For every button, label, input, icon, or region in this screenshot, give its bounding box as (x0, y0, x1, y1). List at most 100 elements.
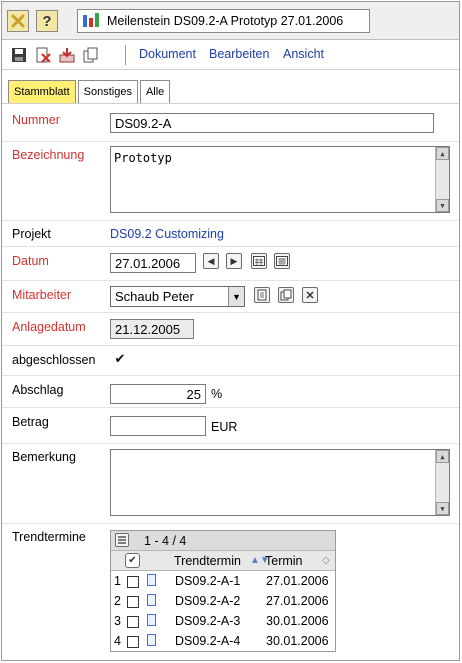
toolbar-separator (125, 45, 126, 65)
row-abgeschlossen: abgeschlossen ✔ (2, 346, 459, 376)
row-bemerkung: Bemerkung ▲ ▼ (2, 444, 459, 524)
bezeichnung-text: Prototyp (114, 151, 172, 165)
row-trendtermin: DS09.2-A-4 (175, 634, 241, 648)
document-icon[interactable] (147, 594, 156, 606)
betrag-unit: EUR (211, 420, 238, 434)
row-number: 3 (114, 614, 121, 628)
scroll-down-icon[interactable]: ▼ (436, 502, 449, 515)
select-all-checkbox[interactable]: ✔ (125, 553, 140, 568)
row-termin: 27.01.2006 (266, 574, 329, 588)
abschlag-input[interactable]: 25 (110, 384, 206, 404)
nummer-label: Nummer (12, 113, 60, 127)
row-abschlag: Abschlag 25 % (2, 376, 459, 408)
delete-document-icon (36, 47, 51, 63)
projekt-link[interactable]: DS09.2 Customizing (110, 227, 224, 241)
toolbar: Dokument Bearbeiten Ansicht (2, 40, 459, 70)
document-icon[interactable] (147, 614, 156, 626)
abgeschlossen-checkbox[interactable]: ✔ (114, 352, 126, 366)
row-bezeichnung: Bezeichnung Prototyp ▲ ▼ (2, 142, 459, 221)
chevron-right-icon: ▶ (230, 255, 238, 266)
abgeschlossen-label: abgeschlossen (12, 353, 96, 367)
window: ? Meilenstein DS09.2-A Prototyp 27.01.20… (1, 1, 460, 661)
document-icon[interactable] (147, 634, 156, 646)
anlagedatum-field: 21.12.2005 (110, 319, 194, 339)
row-checkbox[interactable] (127, 596, 139, 608)
row-number: 4 (114, 634, 121, 648)
bezeichnung-label: Bezeichnung (12, 148, 85, 162)
bezeichnung-textarea[interactable]: Prototyp ▲ ▼ (110, 146, 450, 213)
copy-icon (280, 289, 292, 301)
clear-employee-button[interactable] (302, 287, 318, 303)
row-trendtermin: DS09.2-A-1 (175, 574, 241, 588)
chevron-down-icon[interactable]: ▼ (228, 287, 244, 306)
delete-button[interactable] (33, 45, 53, 65)
close-button[interactable] (7, 10, 29, 32)
row-trendtermin: DS09.2-A-2 (175, 594, 241, 608)
datum-label: Datum (12, 254, 49, 268)
tab-alle[interactable]: Alle (139, 80, 171, 103)
row-checkbox[interactable] (127, 616, 139, 628)
row-projekt: Projekt DS09.2 Customizing (2, 221, 459, 247)
sort-icon[interactable]: ◇ (322, 555, 330, 566)
bemerkung-textarea[interactable]: ▲ ▼ (110, 449, 450, 516)
calendar-grid-icon (276, 256, 288, 266)
row-datum: Datum 27.01.2006 ◀ ▶ (2, 247, 459, 281)
copy-employee-button[interactable] (278, 287, 294, 303)
column-termin[interactable]: Termin (265, 554, 303, 568)
help-button[interactable]: ? (36, 10, 58, 32)
datum-input[interactable]: 27.01.2006 (110, 253, 196, 273)
row-anlagedatum: Anlagedatum 21.12.2005 (2, 313, 459, 346)
table-row[interactable]: 1 DS09.2-A-1 27.01.2006 (111, 571, 335, 591)
save-button[interactable] (9, 45, 29, 65)
menu-dokument[interactable]: Dokument (139, 47, 196, 61)
scroll-up-icon[interactable]: ▲ (436, 450, 449, 463)
scroll-down-icon[interactable]: ▼ (436, 199, 449, 212)
next-date-button[interactable]: ▶ (226, 253, 242, 269)
calendar-range-button[interactable] (274, 253, 290, 269)
row-nummer: Nummer DS09.2-A (2, 104, 459, 142)
menu-ansicht[interactable]: Ansicht (283, 47, 324, 61)
document-icon (257, 289, 267, 301)
betrag-label: Betrag (12, 415, 49, 429)
milestone-icon (83, 13, 99, 27)
close-icon (11, 14, 25, 28)
bemerkung-scrollbar[interactable]: ▲ ▼ (435, 450, 449, 515)
calendar-icon (253, 256, 265, 266)
table-row[interactable]: 4 DS09.2-A-4 30.01.2006 (111, 631, 335, 651)
column-trendtermin[interactable]: Trendtermin (174, 554, 241, 568)
mitarbeiter-select[interactable]: Schaub Peter ▼ (110, 286, 245, 307)
import-button[interactable] (57, 45, 77, 65)
abschlag-label: Abschlag (12, 383, 64, 397)
calendar-button[interactable] (251, 253, 267, 269)
row-checkbox[interactable] (127, 636, 139, 648)
row-termin: 30.01.2006 (266, 614, 329, 628)
save-icon (12, 48, 26, 62)
trend-table: 1 - 4 / 4 ✔ Trendtermin ▲▼ Termin ◇ 1 DS… (110, 530, 336, 652)
import-icon (59, 48, 75, 63)
row-mitarbeiter: Mitarbeiter Schaub Peter ▼ (2, 281, 459, 313)
nummer-input[interactable]: DS09.2-A (110, 113, 434, 133)
scroll-up-icon[interactable]: ▲ (436, 147, 449, 160)
document-icon[interactable] (147, 574, 156, 586)
row-termin: 30.01.2006 (266, 634, 329, 648)
row-trendtermin: DS09.2-A-3 (175, 614, 241, 628)
previous-date-button[interactable]: ◀ (203, 253, 219, 269)
row-betrag: Betrag EUR (2, 408, 459, 444)
table-row[interactable]: 2 DS09.2-A-2 27.01.2006 (111, 591, 335, 611)
tab-stammblatt[interactable]: Stammblatt (8, 80, 76, 103)
window-title: Meilenstein DS09.2-A Prototyp 27.01.2006 (107, 14, 344, 28)
open-employee-button[interactable] (254, 287, 270, 303)
checkmark-icon: ✔ (128, 555, 137, 566)
title-bar: ? Meilenstein DS09.2-A Prototyp 27.01.20… (2, 2, 459, 40)
mitarbeiter-selected-value: Schaub Peter (115, 289, 194, 304)
abschlag-unit: % (211, 387, 223, 401)
copy-button[interactable] (81, 45, 101, 65)
bezeichnung-scrollbar[interactable]: ▲ ▼ (435, 147, 449, 212)
table-row[interactable]: 3 DS09.2-A-3 30.01.2006 (111, 611, 335, 631)
tab-strip: Stammblatt Sonstiges Alle (8, 80, 172, 103)
betrag-input[interactable] (110, 416, 206, 436)
row-checkbox[interactable] (127, 576, 139, 588)
tab-sonstiges[interactable]: Sonstiges (77, 80, 138, 103)
menu-bearbeiten[interactable]: Bearbeiten (209, 47, 269, 61)
list-menu-button[interactable] (115, 533, 129, 547)
